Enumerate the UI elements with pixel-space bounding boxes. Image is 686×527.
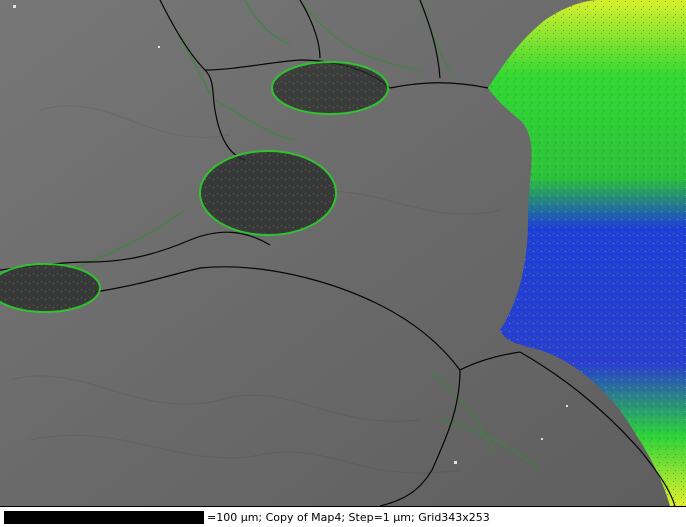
map-footer: =100 µm; Copy of Map4; Step=1 µm; Grid34…: [0, 506, 686, 527]
scale-bar: [4, 511, 204, 524]
micrograph-map: [0, 0, 686, 506]
map-caption: =100 µm; Copy of Map4; Step=1 µm; Grid34…: [207, 511, 490, 524]
